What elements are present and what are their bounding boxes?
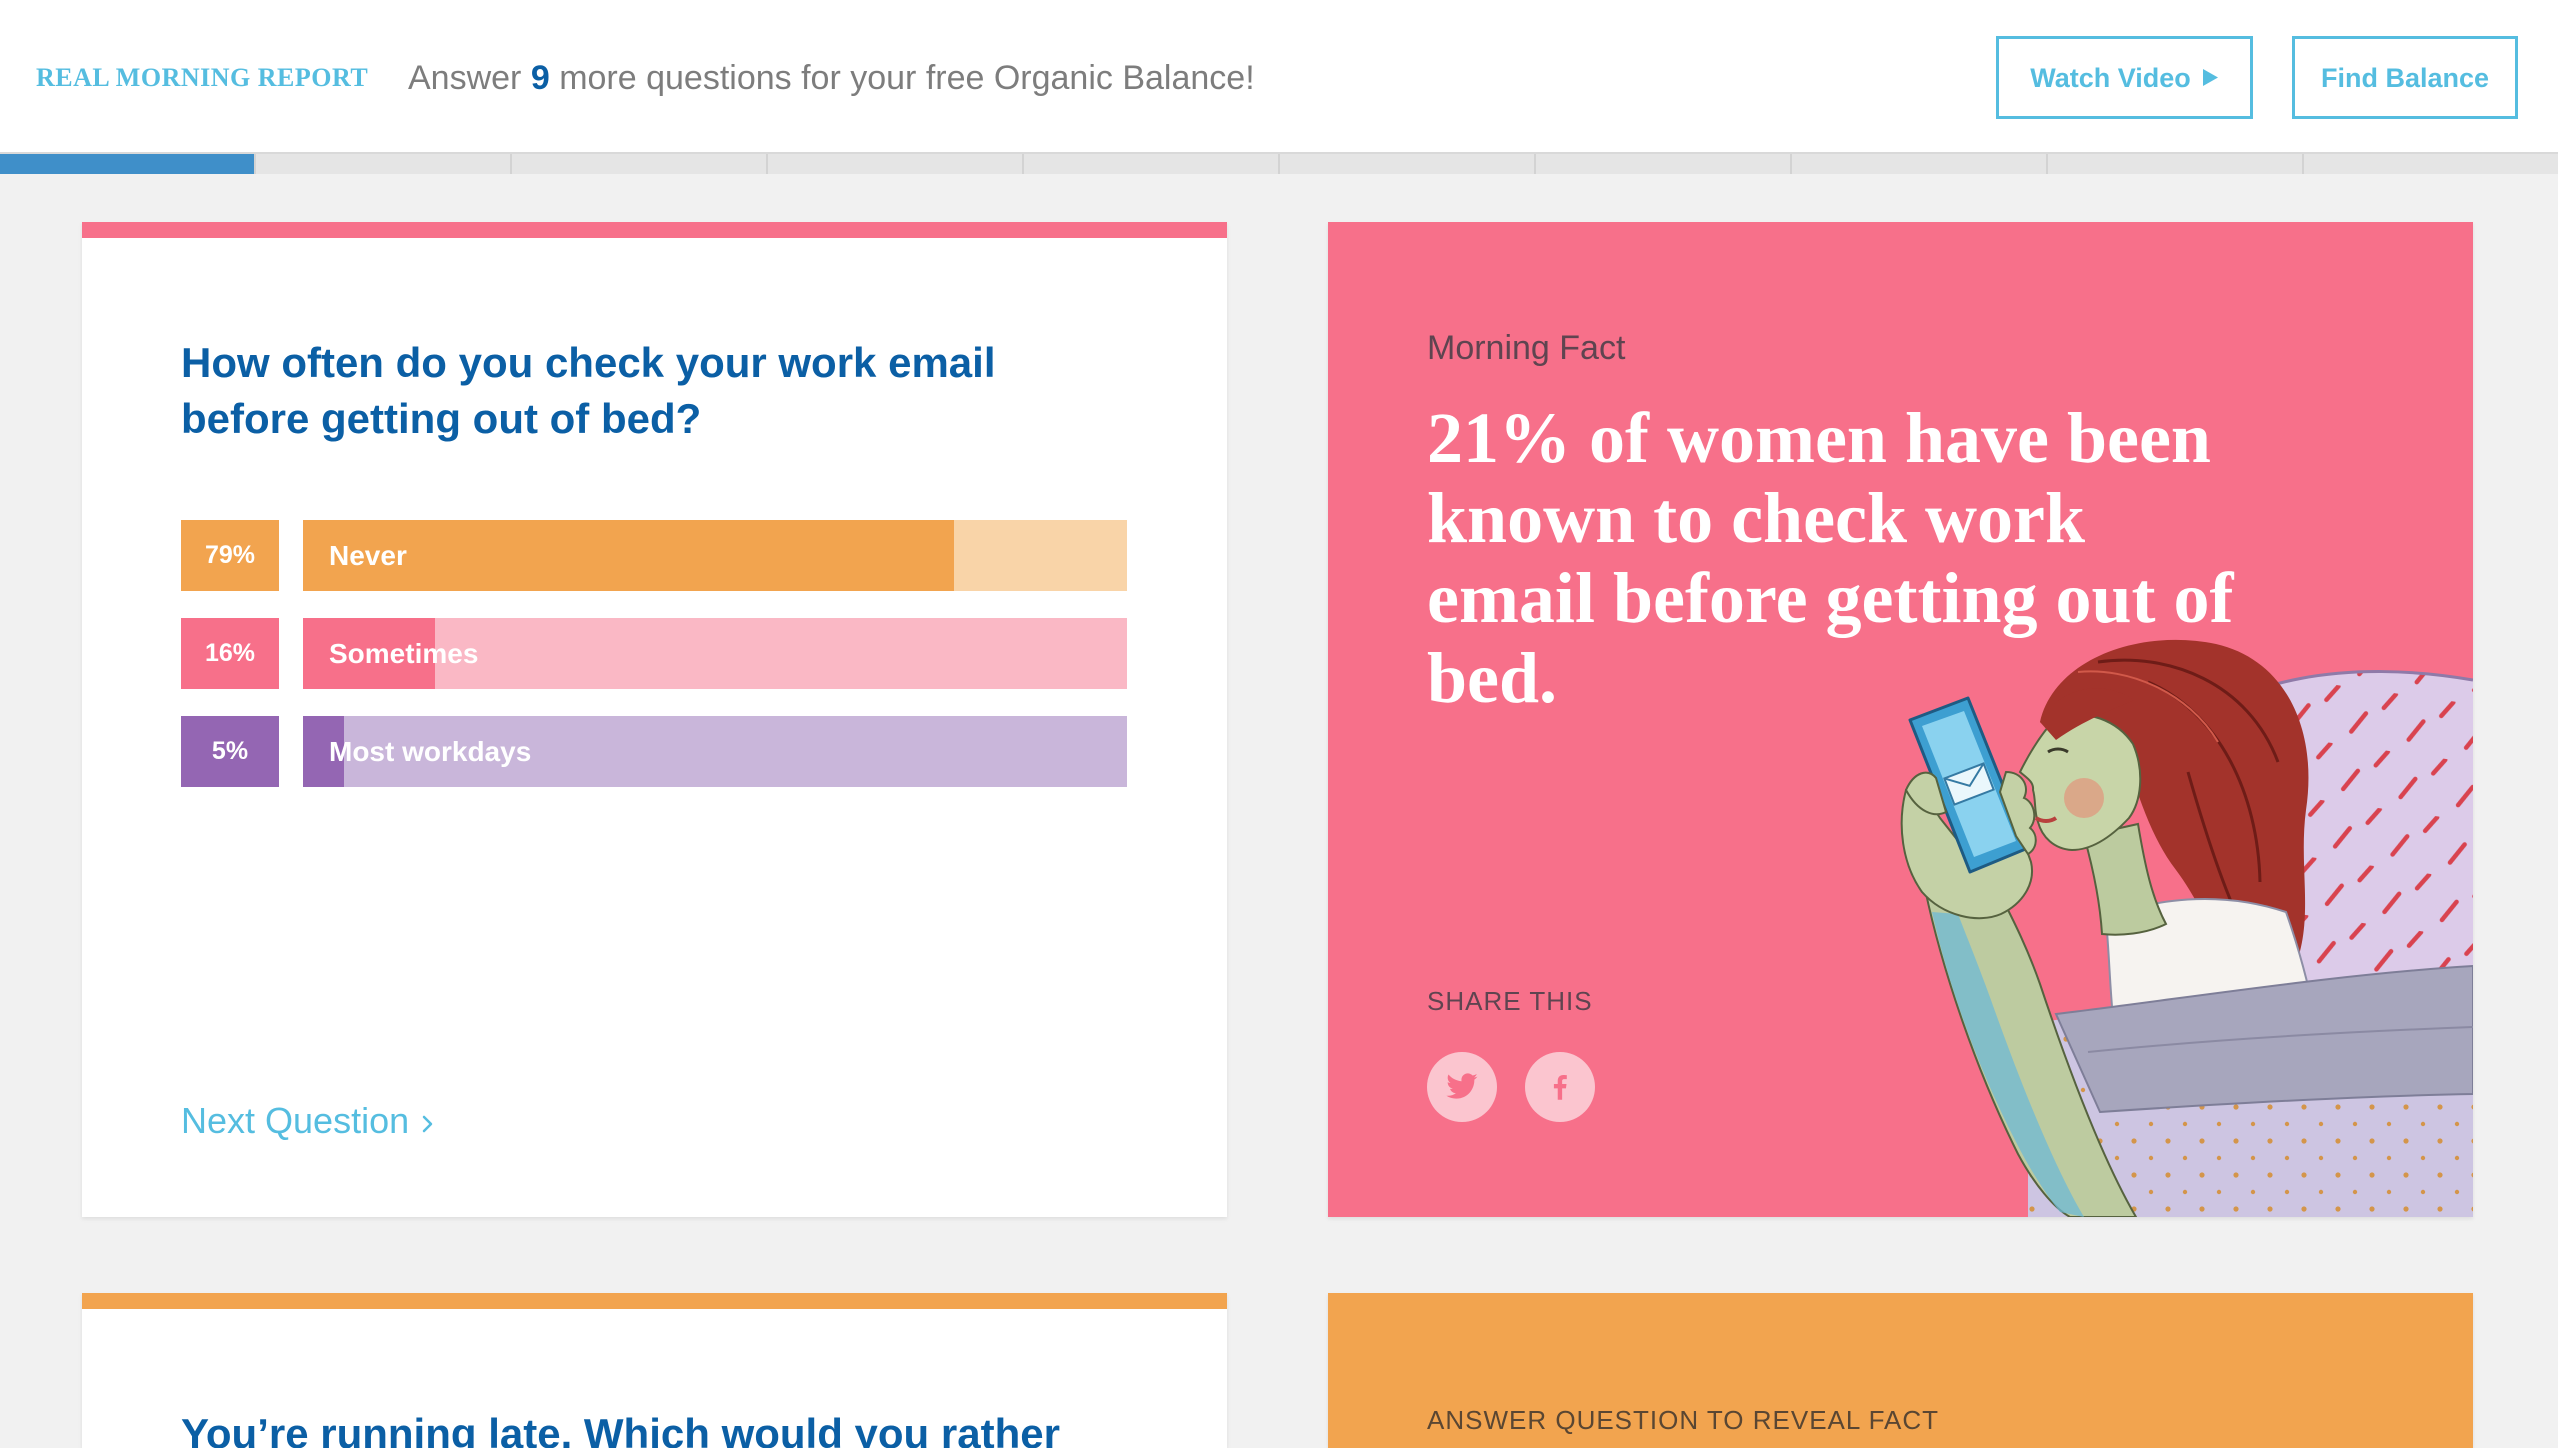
next-question-label: Next Question <box>181 1100 410 1141</box>
locked-fact-card: ANSWER QUESTION TO REVEAL FACT <box>1328 1293 2473 1448</box>
card-accent-stripe <box>82 222 1227 238</box>
progress-segment <box>1280 154 1536 174</box>
share-label: SHARE THIS <box>1427 986 1593 1016</box>
progress-segment <box>768 154 1024 174</box>
watch-video-button[interactable]: Watch Video <box>1996 36 2253 119</box>
questions-remaining-prompt: Answer 9 more questions for your free Or… <box>408 58 1255 98</box>
progress-segment <box>1024 154 1280 174</box>
brand-logo[interactable]: REAL MORNING REPORT <box>36 62 368 94</box>
next-question-link[interactable]: Next Question <box>181 1099 435 1143</box>
progress-segment <box>0 154 256 174</box>
progress-bar <box>0 152 2558 174</box>
find-balance-button[interactable]: Find Balance <box>2292 36 2518 119</box>
chevron-right-icon <box>422 1115 433 1133</box>
answer-percent: 5% <box>181 716 279 787</box>
progress-segment <box>1792 154 2048 174</box>
progress-segment <box>2048 154 2304 174</box>
answer-bar: Most workdays <box>303 716 1127 787</box>
reveal-fact-prompt: ANSWER QUESTION TO REVEAL FACT <box>1427 1405 1940 1435</box>
question-card: How often do you check your work email b… <box>82 222 1227 1217</box>
question-title: You’re running late. Which would you rat… <box>181 1410 1060 1448</box>
answer-result-row: 16% Sometimes <box>181 618 1127 689</box>
share-facebook-button[interactable] <box>1525 1052 1595 1122</box>
prompt-suffix: more questions for your free Organic Bal… <box>559 59 1255 97</box>
answer-label: Sometimes <box>329 637 479 669</box>
twitter-icon <box>1446 1073 1478 1099</box>
progress-segment <box>1536 154 1792 174</box>
progress-segment <box>512 154 768 174</box>
answer-bar: Never <box>303 520 1127 591</box>
answer-label: Never <box>329 539 407 571</box>
answer-result-row: 79% Never <box>181 520 1127 591</box>
answer-percent: 16% <box>181 618 279 689</box>
answer-results: 79% Never 16% Sometimes 5% Most workdays <box>181 520 1127 814</box>
answer-percent: 79% <box>181 520 279 591</box>
share-twitter-button[interactable] <box>1427 1052 1497 1122</box>
answer-result-row: 5% Most workdays <box>181 716 1127 787</box>
fact-heading: Morning Fact <box>1427 329 1626 367</box>
facebook-icon <box>1553 1074 1567 1100</box>
top-header: REAL MORNING REPORT Answer 9 more questi… <box>0 0 2558 152</box>
progress-segment <box>256 154 512 174</box>
question-title: How often do you check your work email b… <box>181 339 996 442</box>
watch-video-label: Watch Video <box>2030 62 2191 93</box>
progress-segment <box>2304 154 2558 174</box>
answer-label: Most workdays <box>329 735 532 767</box>
morning-fact-card: Morning Fact 21% of women have been know… <box>1328 222 2473 1217</box>
find-balance-label: Find Balance <box>2320 62 2490 93</box>
card-accent-stripe <box>82 1293 1227 1309</box>
play-icon <box>2202 69 2218 86</box>
answer-bar: Sometimes <box>303 618 1127 689</box>
prompt-prefix: Answer <box>408 59 522 97</box>
remaining-count: 9 <box>530 59 550 97</box>
next-question-card: You’re running late. Which would you rat… <box>82 1293 1227 1448</box>
fact-text: 21% of women have been known to check wo… <box>1427 398 2234 718</box>
